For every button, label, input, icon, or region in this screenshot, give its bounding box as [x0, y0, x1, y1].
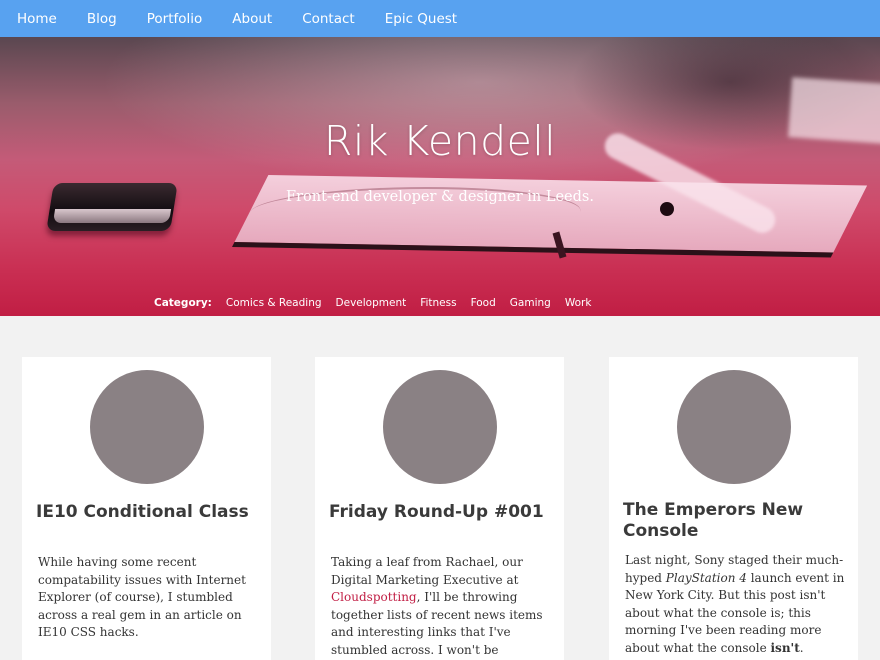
site-tagline: Front-end developer & designer in Leeds. — [286, 189, 594, 205]
excerpt-strong: isn't — [770, 640, 800, 655]
category-food[interactable]: Food — [471, 297, 496, 309]
cloudspotting-link[interactable]: Cloudspotting — [331, 590, 417, 604]
post-card[interactable]: The Emperors New Console Last night, Son… — [609, 357, 858, 660]
category-work[interactable]: Work — [565, 297, 592, 309]
post-card[interactable]: Friday Round-Up #001 Taking a leaf from … — [315, 357, 564, 660]
nav-blog-link[interactable]: Blog — [87, 11, 117, 27]
category-gaming[interactable]: Gaming — [510, 297, 551, 309]
category-bar: Category: Comics & Reading Development F… — [154, 296, 605, 310]
nav-epic-quest-link[interactable]: Epic Quest — [385, 11, 457, 27]
post-thumbnail — [677, 370, 791, 484]
excerpt-text: . — [799, 640, 804, 655]
excerpt-text: Taking a leaf from Rachael, our Digital … — [331, 555, 523, 587]
category-comics-reading[interactable]: Comics & Reading — [226, 297, 322, 309]
post-thumbnail — [90, 370, 204, 484]
excerpt-emphasis: PlayStation 4 — [665, 570, 747, 585]
category-fitness[interactable]: Fitness — [420, 297, 456, 309]
post-title[interactable]: The Emperors New Console — [623, 500, 849, 542]
top-navigation: Home Blog Portfolio About Contact Epic Q… — [0, 0, 880, 37]
category-development[interactable]: Development — [336, 297, 407, 309]
nav-portfolio-link[interactable]: Portfolio — [147, 11, 203, 27]
post-excerpt: Taking a leaf from Rachael, our Digital … — [331, 554, 553, 660]
post-title[interactable]: IE10 Conditional Class — [36, 502, 262, 523]
nav-about-link[interactable]: About — [232, 11, 272, 27]
category-label: Category: — [154, 297, 212, 309]
post-thumbnail — [383, 370, 497, 484]
post-excerpt: Last night, Sony staged their much-hyped… — [625, 552, 847, 658]
nav-contact-link[interactable]: Contact — [302, 11, 355, 27]
post-title[interactable]: Friday Round-Up #001 — [329, 502, 555, 523]
hero-banner: Rik Kendell Front-end developer & design… — [0, 37, 880, 316]
hero-phone-edge — [52, 209, 172, 223]
post-card[interactable]: IE10 Conditional Class While having some… — [22, 357, 271, 660]
nav-home-link[interactable]: Home — [17, 11, 57, 27]
site-title: Rik Kendell — [323, 117, 557, 165]
post-excerpt: While having some recent compatability i… — [38, 555, 246, 640]
